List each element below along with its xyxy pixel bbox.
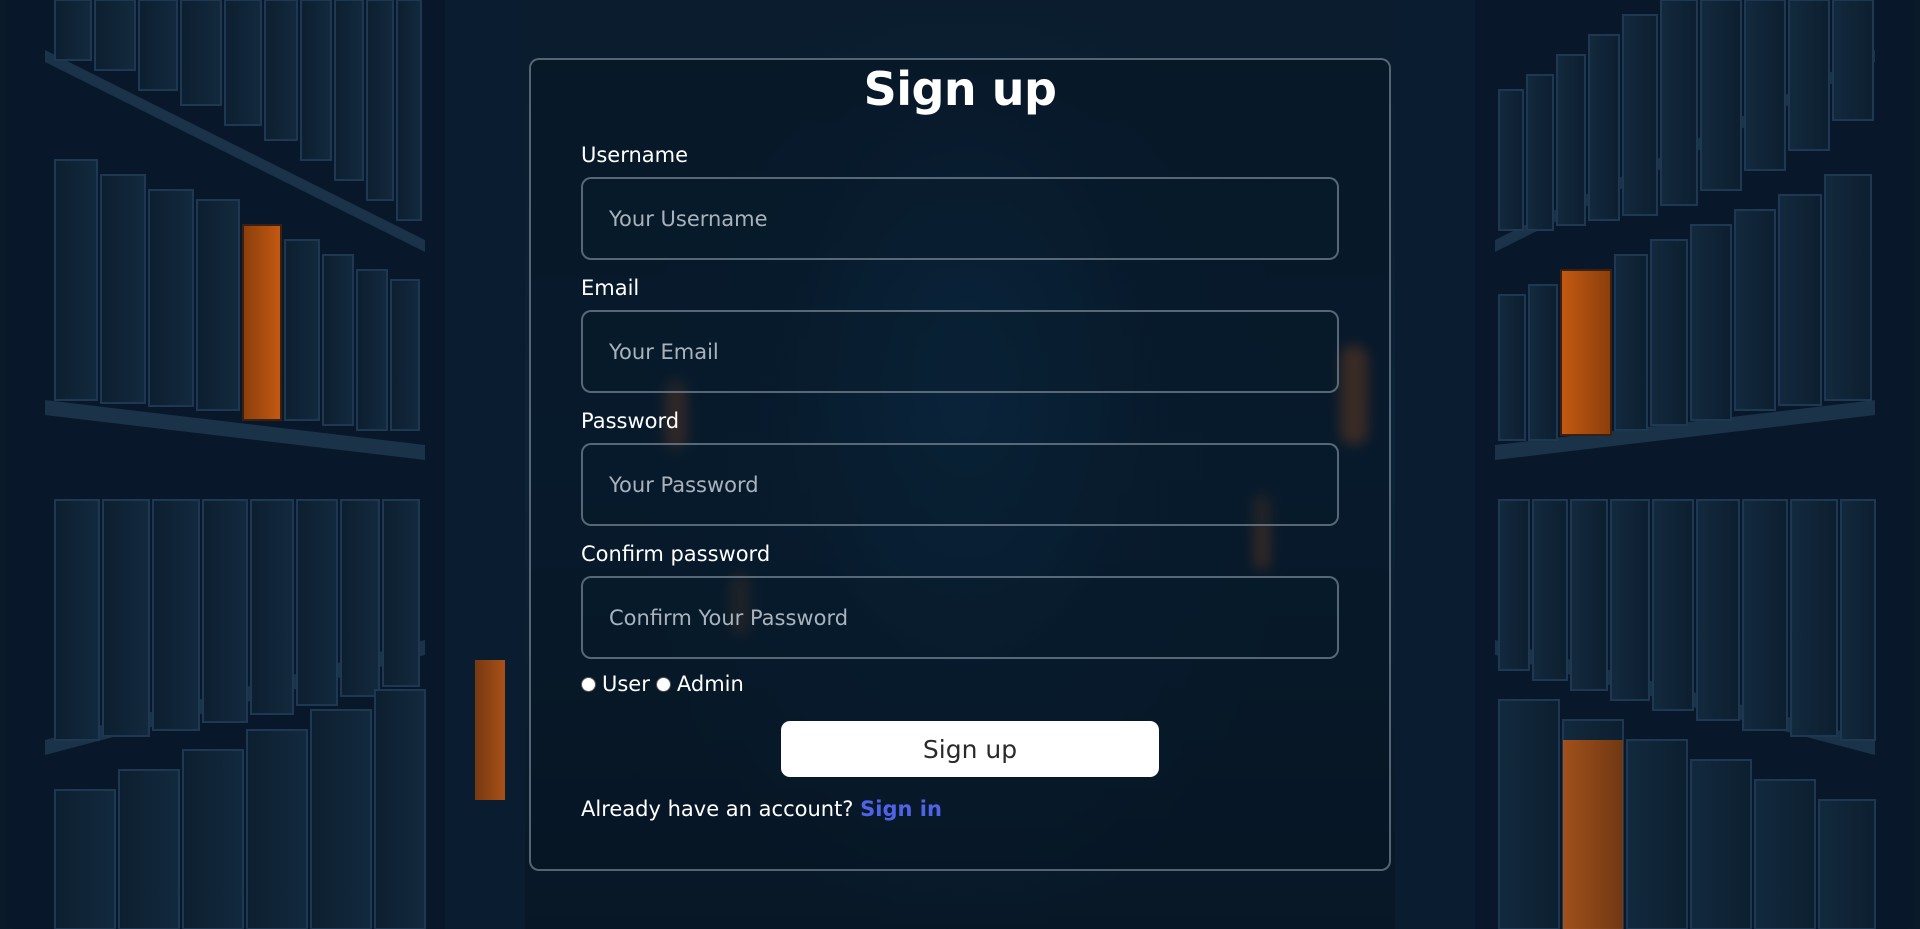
password-input[interactable] <box>581 443 1339 526</box>
signin-link[interactable]: Sign in <box>860 797 942 821</box>
signin-prompt-text: Already have an account? <box>581 797 854 821</box>
confirm-password-input[interactable] <box>581 576 1339 659</box>
page-title: Sign up <box>863 62 1057 116</box>
user-radio[interactable] <box>581 676 596 692</box>
username-input[interactable] <box>581 177 1339 260</box>
email-label: Email <box>581 276 640 300</box>
password-label: Password <box>581 409 680 433</box>
left-bookshelf-illustration <box>5 0 525 929</box>
username-label: Username <box>581 143 689 167</box>
admin-radio-label[interactable]: Admin <box>677 672 744 696</box>
confirm-password-label: Confirm password <box>581 542 771 566</box>
role-selector: User Admin <box>581 672 750 696</box>
email-input[interactable] <box>581 310 1339 393</box>
admin-radio[interactable] <box>655 676 671 692</box>
signin-prompt: Already have an account? Sign in <box>581 797 942 821</box>
user-radio-label[interactable]: User <box>602 672 650 696</box>
right-bookshelf-illustration <box>1395 0 1915 929</box>
signup-button[interactable]: Sign up <box>781 721 1159 777</box>
